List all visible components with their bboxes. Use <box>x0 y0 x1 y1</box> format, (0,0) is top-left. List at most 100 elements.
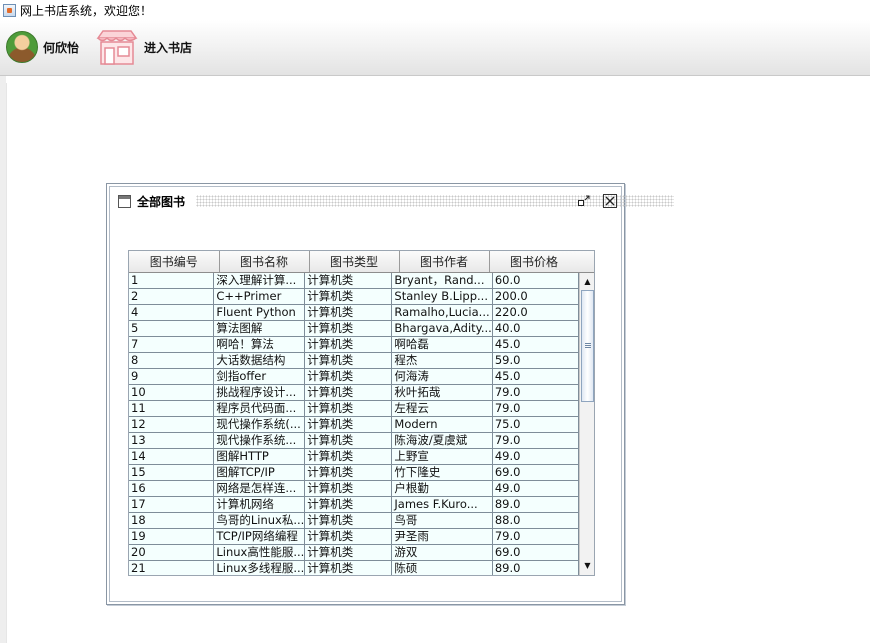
column-header-book-id[interactable]: 图书编号 <box>129 251 220 273</box>
table-cell[interactable]: Bhargava,Adity... <box>391 320 493 337</box>
table-cell[interactable]: 计算机类 <box>304 384 393 401</box>
table-cell[interactable]: 计算机类 <box>304 448 393 465</box>
table-cell[interactable]: Ramalho,Lucia... <box>391 304 493 321</box>
column-header-book-name[interactable]: 图书名称 <box>219 251 310 273</box>
table-row[interactable]: 20 Linux高性能服... 计算机类 游双 69.0 <box>129 544 579 561</box>
table-cell[interactable]: 计算机类 <box>304 560 393 575</box>
table-cell[interactable]: 17 <box>129 496 215 513</box>
table-row[interactable]: 15 图解TCP/IP 计算机类 竹下隆史 69.0 <box>129 464 579 481</box>
table-cell[interactable]: 计算机类 <box>304 273 393 289</box>
table-cell[interactable]: 计算机类 <box>304 496 393 513</box>
table-row[interactable]: 18 鸟哥的Linux私... 计算机类 鸟哥 88.0 <box>129 512 579 529</box>
enter-bookstore-button[interactable]: 进入书店 <box>95 28 192 66</box>
table-cell[interactable]: 14 <box>129 448 215 465</box>
table-cell[interactable]: Fluent Python <box>213 304 306 321</box>
table-cell[interactable]: 89.0 <box>492 560 579 575</box>
table-cell[interactable]: 啊哈磊 <box>391 336 493 353</box>
table-cell[interactable]: 60.0 <box>492 273 579 289</box>
table-cell[interactable]: 竹下隆史 <box>391 464 493 481</box>
scrollbar-thumb[interactable] <box>581 290 594 402</box>
table-cell[interactable]: 大话数据结构 <box>213 352 306 369</box>
table-cell[interactable]: Linux高性能服... <box>213 544 306 561</box>
table-cell[interactable]: 算法图解 <box>213 320 306 337</box>
column-header-book-price[interactable]: 图书价格 <box>489 251 580 273</box>
table-cell[interactable]: 19 <box>129 528 215 545</box>
table-cell[interactable]: 计算机网络 <box>213 496 306 513</box>
table-cell[interactable]: 计算机类 <box>304 544 393 561</box>
table-cell[interactable]: 4 <box>129 304 215 321</box>
table-cell[interactable]: 尹圣雨 <box>391 528 493 545</box>
table-cell[interactable]: 7 <box>129 336 215 353</box>
table-cell[interactable]: 左程云 <box>391 400 493 417</box>
table-row[interactable]: 14 图解HTTP 计算机类 上野宣 49.0 <box>129 448 579 465</box>
table-cell[interactable]: 剑指offer <box>213 368 306 385</box>
table-cell[interactable]: C++Primer <box>213 288 306 305</box>
table-cell[interactable]: 图解TCP/IP <box>213 464 306 481</box>
table-cell[interactable]: 挑战程序设计... <box>213 384 306 401</box>
table-row[interactable]: 4 Fluent Python 计算机类 Ramalho,Lucia... 220.0 <box>129 304 579 321</box>
table-cell[interactable]: 79.0 <box>492 432 579 449</box>
table-cell[interactable]: 陈硕 <box>391 560 493 575</box>
table-cell[interactable]: 89.0 <box>492 496 579 513</box>
table-cell[interactable]: 程序员代码面... <box>213 400 306 417</box>
table-row[interactable]: 16 网络是怎样连... 计算机类 户根勤 49.0 <box>129 480 579 497</box>
table-cell[interactable]: 49.0 <box>492 480 579 497</box>
scroll-down-arrow-icon[interactable]: ▼ <box>580 559 594 573</box>
table-cell[interactable]: Bryant，Rand... <box>391 273 493 289</box>
table-cell[interactable]: 计算机类 <box>304 368 393 385</box>
table-cell[interactable]: James F.Kuro... <box>391 496 493 513</box>
table-cell[interactable]: 何海涛 <box>391 368 493 385</box>
table-cell[interactable]: 9 <box>129 368 215 385</box>
table-row[interactable]: 1 深入理解计算... 计算机类 Bryant，Rand... 60.0 <box>129 273 579 289</box>
restore-button[interactable] <box>577 194 591 208</box>
table-cell[interactable]: 陈海波/夏虞斌 <box>391 432 493 449</box>
table-cell[interactable]: 5 <box>129 320 215 337</box>
table-cell[interactable]: 图解HTTP <box>213 448 306 465</box>
table-cell[interactable]: 程杰 <box>391 352 493 369</box>
table-cell[interactable]: 计算机类 <box>304 512 393 529</box>
table-cell[interactable]: 网络是怎样连... <box>213 480 306 497</box>
table-cell[interactable]: 13 <box>129 432 215 449</box>
table-row[interactable]: 9 剑指offer 计算机类 何海涛 45.0 <box>129 368 579 385</box>
table-row[interactable]: 19 TCP/IP网络编程 计算机类 尹圣雨 79.0 <box>129 528 579 545</box>
table-row[interactable]: 21 Linux多线程服... 计算机类 陈硕 89.0 <box>129 560 579 575</box>
table-cell[interactable]: 2 <box>129 288 215 305</box>
table-cell[interactable]: 18 <box>129 512 215 529</box>
table-cell[interactable]: 计算机类 <box>304 320 393 337</box>
table-cell[interactable]: 45.0 <box>492 368 579 385</box>
table-cell[interactable]: 上野宣 <box>391 448 493 465</box>
table-cell[interactable]: 20 <box>129 544 215 561</box>
vertical-scrollbar[interactable]: ▲ ▼ <box>579 273 594 575</box>
table-cell[interactable]: 69.0 <box>492 464 579 481</box>
table-cell[interactable]: 计算机类 <box>304 336 393 353</box>
table-cell[interactable]: 45.0 <box>492 336 579 353</box>
table-cell[interactable]: 10 <box>129 384 215 401</box>
table-row[interactable]: 8 大话数据结构 计算机类 程杰 59.0 <box>129 352 579 369</box>
table-row[interactable]: 11 程序员代码面... 计算机类 左程云 79.0 <box>129 400 579 417</box>
table-row[interactable]: 10 挑战程序设计... 计算机类 秋叶拓哉 79.0 <box>129 384 579 401</box>
table-cell[interactable]: 8 <box>129 352 215 369</box>
table-cell[interactable]: 户根勤 <box>391 480 493 497</box>
table-cell[interactable]: 21 <box>129 560 215 575</box>
table-cell[interactable]: 49.0 <box>492 448 579 465</box>
scroll-up-arrow-icon[interactable]: ▲ <box>580 275 594 289</box>
table-cell[interactable]: 鸟哥的Linux私... <box>213 512 306 529</box>
table-cell[interactable]: 游双 <box>391 544 493 561</box>
table-cell[interactable]: 75.0 <box>492 416 579 433</box>
table-cell[interactable]: 200.0 <box>492 288 579 305</box>
table-cell[interactable]: 现代操作系统... <box>213 432 306 449</box>
close-button[interactable] <box>603 194 617 208</box>
column-header-book-type[interactable]: 图书类型 <box>309 251 400 273</box>
table-cell[interactable]: 79.0 <box>492 384 579 401</box>
table-cell[interactable]: 计算机类 <box>304 304 393 321</box>
table-cell[interactable]: Stanley B.Lipp... <box>391 288 493 305</box>
table-cell[interactable]: 计算机类 <box>304 400 393 417</box>
user-profile-button[interactable]: 何欣怡 <box>6 28 79 66</box>
table-cell[interactable]: 11 <box>129 400 215 417</box>
table-cell[interactable]: 深入理解计算... <box>213 273 306 289</box>
table-row[interactable]: 5 算法图解 计算机类 Bhargava,Adity... 40.0 <box>129 320 579 337</box>
table-row[interactable]: 2 C++Primer 计算机类 Stanley B.Lipp... 200.0 <box>129 288 579 305</box>
table-cell[interactable]: 计算机类 <box>304 464 393 481</box>
table-cell[interactable]: 69.0 <box>492 544 579 561</box>
table-cell[interactable]: 计算机类 <box>304 528 393 545</box>
